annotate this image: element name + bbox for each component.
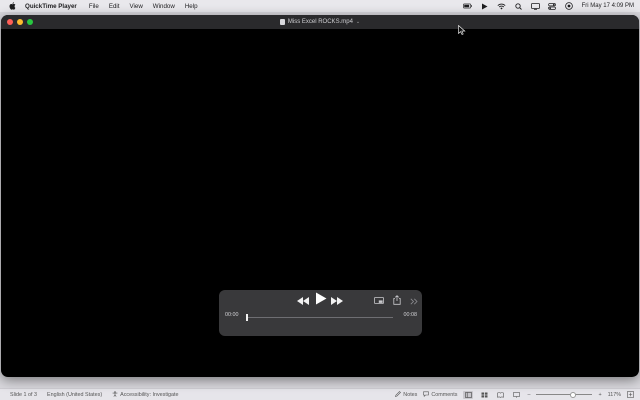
window-title-bar[interactable]: Miss Excel ROCKS.mp4 ⌄ xyxy=(1,15,639,29)
accessibility-status[interactable]: Accessibility: Investigate xyxy=(112,390,179,399)
notes-icon xyxy=(395,390,402,399)
slideshow-button[interactable] xyxy=(511,391,521,399)
play-media-icon[interactable] xyxy=(480,2,489,10)
accessibility-label: Accessibility: Investigate xyxy=(120,391,179,398)
share-button[interactable] xyxy=(392,295,402,306)
picture-in-picture-button[interactable] xyxy=(374,296,384,306)
reading-view-button[interactable] xyxy=(495,391,505,399)
quicktime-window: Miss Excel ROCKS.mp4 ⌄ 00:00 00:08 xyxy=(1,15,639,377)
rewind-button[interactable] xyxy=(297,296,309,306)
close-button[interactable] xyxy=(7,19,13,25)
menu-file[interactable]: File xyxy=(89,3,99,10)
notes-button[interactable]: Notes xyxy=(395,390,418,399)
zoom-slider-knob[interactable] xyxy=(570,391,577,398)
mouse-pointer-icon xyxy=(458,22,466,35)
play-icon xyxy=(315,292,327,310)
menu-bar: QuickTime Player File Edit View Window H… xyxy=(0,0,640,12)
battery-icon[interactable] xyxy=(462,2,472,10)
app-status-bar: Slide 1 of 3 English (United States) Acc… xyxy=(0,388,640,400)
zoom-in-button[interactable]: + xyxy=(598,392,601,398)
apple-menu-icon[interactable] xyxy=(7,2,17,10)
title-chevron-icon: ⌄ xyxy=(355,19,361,25)
window-title[interactable]: Miss Excel ROCKS.mp4 ⌄ xyxy=(279,19,361,25)
current-time: 00:00 xyxy=(225,312,239,318)
notes-label: Notes xyxy=(403,391,418,398)
zoom-button[interactable] xyxy=(27,19,33,25)
document-icon xyxy=(279,19,285,25)
comments-button[interactable]: Comments xyxy=(423,391,457,399)
picture-in-picture-icon xyxy=(374,292,384,310)
playback-controls: 00:00 00:08 xyxy=(219,290,422,336)
slide-counter: Slide 1 of 3 xyxy=(10,391,37,398)
comments-label: Comments xyxy=(431,391,458,398)
language-indicator[interactable]: English (United States) xyxy=(47,392,102,398)
playhead[interactable] xyxy=(246,314,248,321)
total-time: 00:08 xyxy=(403,312,418,318)
search-icon[interactable] xyxy=(514,2,523,10)
rewind-icon xyxy=(297,292,309,310)
display-icon[interactable] xyxy=(530,2,540,10)
app-menu[interactable]: QuickTime Player xyxy=(25,3,77,10)
menu-view[interactable]: View xyxy=(129,3,142,10)
minimize-button[interactable] xyxy=(17,19,23,25)
window-controls xyxy=(7,19,33,25)
control-center-icon[interactable] xyxy=(548,2,557,10)
siri-icon[interactable] xyxy=(565,2,574,10)
playback-scrubber[interactable] xyxy=(246,314,393,321)
menu-window[interactable]: Window xyxy=(153,3,175,10)
menu-bar-clock[interactable]: Fri May 17 4:09 PM xyxy=(582,3,634,9)
window-title-text: Miss Excel ROCKS.mp4 xyxy=(287,19,353,25)
double-chevron-right-icon xyxy=(410,292,418,310)
more-options-button[interactable] xyxy=(409,296,418,306)
accessibility-icon xyxy=(112,390,118,399)
zoom-level[interactable]: 117% xyxy=(608,392,621,398)
fit-to-window-icon[interactable] xyxy=(627,391,634,398)
menu-help[interactable]: Help xyxy=(185,3,198,10)
zoom-out-button[interactable]: – xyxy=(527,392,530,398)
fast-forward-icon xyxy=(331,292,343,310)
menu-edit[interactable]: Edit xyxy=(109,3,120,10)
share-icon xyxy=(393,292,401,310)
normal-view-button[interactable] xyxy=(463,390,474,399)
status-area: Fri May 17 4:09 PM xyxy=(462,2,634,10)
fast-forward-button[interactable] xyxy=(331,296,343,306)
scrubber-track xyxy=(246,316,393,318)
play-button[interactable] xyxy=(314,292,328,310)
zoom-slider[interactable] xyxy=(536,391,593,399)
slide-sorter-button[interactable] xyxy=(479,391,489,399)
wifi-icon[interactable] xyxy=(497,2,506,10)
comments-icon xyxy=(423,391,430,399)
